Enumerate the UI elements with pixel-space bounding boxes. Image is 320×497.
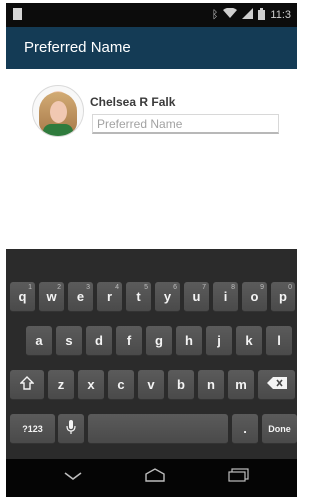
recents-icon: [228, 467, 250, 487]
key-y[interactable]: y6: [155, 282, 180, 312]
key-v[interactable]: v: [138, 370, 164, 400]
key-u[interactable]: u7: [184, 282, 209, 312]
key-b[interactable]: b: [168, 370, 194, 400]
profile-section: Chelsea R Falk: [6, 69, 297, 249]
key-m[interactable]: m: [228, 370, 254, 400]
home-button[interactable]: [135, 465, 175, 489]
key-i[interactable]: i8: [213, 282, 238, 312]
key-j[interactable]: j: [206, 326, 232, 356]
key-label: e: [76, 289, 85, 304]
key-h[interactable]: h: [176, 326, 202, 356]
key-c[interactable]: c: [108, 370, 134, 400]
app-bar: Preferred Name: [6, 27, 297, 69]
key-d[interactable]: d: [86, 326, 112, 356]
key-label: t: [136, 289, 141, 304]
status-bar: ᛒ 11:3: [6, 3, 297, 27]
key-hint: 6: [173, 284, 177, 291]
key-k[interactable]: k: [236, 326, 262, 356]
key-l[interactable]: l: [266, 326, 292, 356]
space-key[interactable]: [88, 414, 228, 444]
microphone-icon: [66, 419, 76, 438]
period-key[interactable]: .: [232, 414, 258, 444]
key-hint: 9: [260, 284, 264, 291]
key-label: r: [106, 289, 113, 304]
clock: 11:3: [270, 9, 291, 21]
key-hint: 4: [115, 284, 119, 291]
recents-button[interactable]: [219, 465, 259, 489]
key-p[interactable]: p0: [271, 282, 295, 312]
key-a[interactable]: a: [26, 326, 52, 356]
key-label: p: [279, 289, 287, 304]
shift-key[interactable]: [10, 370, 44, 400]
microphone-key[interactable]: [58, 414, 84, 444]
key-s[interactable]: s: [56, 326, 82, 356]
key-t[interactable]: t5: [126, 282, 151, 312]
key-e[interactable]: e3: [68, 282, 93, 312]
page-title: Preferred Name: [24, 39, 131, 56]
key-n[interactable]: n: [198, 370, 224, 400]
key-q[interactable]: q1: [10, 282, 35, 312]
battery-icon: [258, 7, 266, 23]
symbols-key[interactable]: ?123: [10, 414, 55, 444]
notification-icon: [13, 8, 22, 20]
key-w[interactable]: w2: [39, 282, 64, 312]
key-r[interactable]: r4: [97, 282, 122, 312]
navigation-bar: [6, 459, 297, 497]
backspace-key[interactable]: [258, 370, 295, 400]
wifi-icon: [223, 7, 238, 22]
key-label: q: [18, 289, 27, 304]
back-button[interactable]: [53, 465, 93, 489]
key-hint: 5: [144, 284, 148, 291]
key-label: o: [250, 289, 259, 304]
key-z[interactable]: z: [48, 370, 74, 400]
back-icon: [63, 468, 83, 486]
key-label: w: [46, 289, 57, 304]
backspace-icon: [266, 377, 287, 392]
avatar-shirt: [43, 124, 73, 136]
soft-keyboard: q1 w2 e3 r4 t5 y6 u7 i8 o9 p0 a s d f g …: [6, 249, 297, 459]
full-name: Chelsea R Falk: [90, 95, 176, 109]
key-hint: 0: [288, 284, 292, 291]
avatar: [32, 85, 84, 137]
avatar-face: [50, 101, 67, 123]
key-label: u: [192, 289, 201, 304]
key-label: y: [163, 289, 172, 304]
home-icon: [144, 467, 166, 487]
phone-screen: ᛒ 11:3 Preferred Name Chelsea R Falk q1 …: [0, 0, 297, 497]
key-f[interactable]: f: [116, 326, 142, 356]
key-o[interactable]: o9: [242, 282, 267, 312]
bluetooth-icon: ᛒ: [211, 9, 219, 21]
key-hint: 1: [28, 284, 32, 291]
status-icons: ᛒ 11:3: [212, 7, 291, 23]
shift-icon: [19, 376, 35, 393]
signal-icon: [242, 8, 254, 22]
key-x[interactable]: x: [78, 370, 104, 400]
key-label: i: [223, 289, 228, 304]
key-g[interactable]: g: [146, 326, 172, 356]
key-hint: 7: [202, 284, 206, 291]
key-hint: 3: [86, 284, 90, 291]
done-key[interactable]: Done: [262, 414, 297, 444]
key-hint: 8: [231, 284, 235, 291]
preferred-name-input[interactable]: [92, 114, 279, 134]
key-hint: 2: [57, 284, 61, 291]
